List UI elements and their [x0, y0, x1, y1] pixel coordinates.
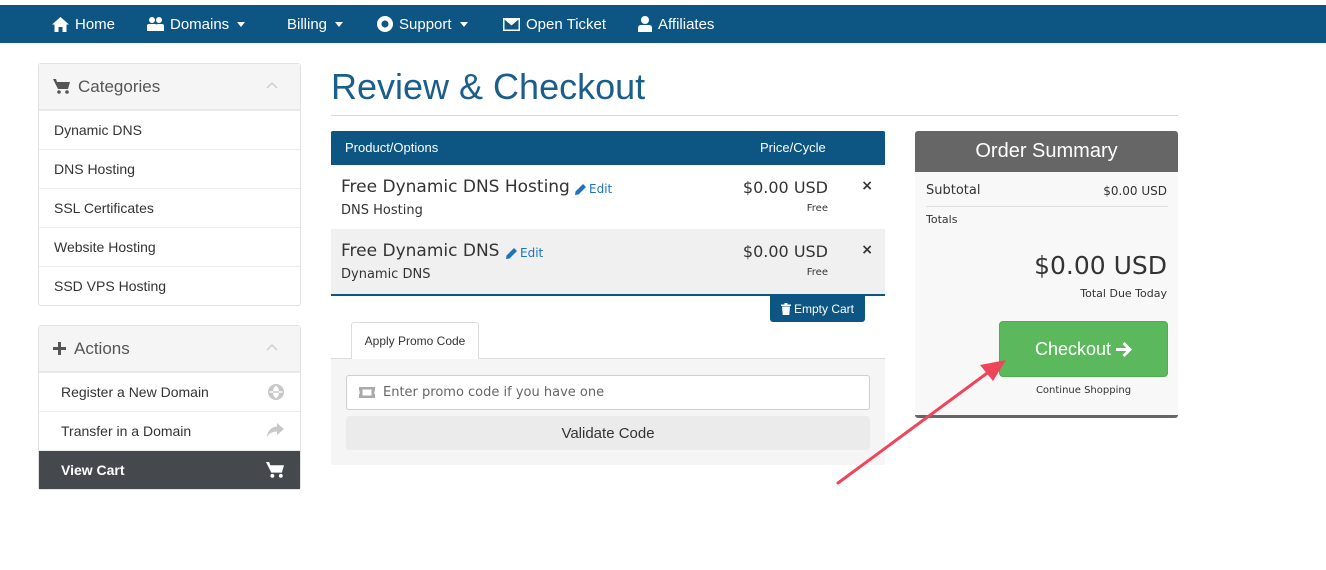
cart-icon	[53, 79, 70, 94]
category-label: SSD VPS Hosting	[54, 278, 167, 294]
categories-title: Categories	[78, 76, 161, 96]
action-register-domain[interactable]: Register a New Domain	[39, 372, 300, 411]
category-website-hosting[interactable]: Website Hosting	[39, 227, 300, 266]
cart-header: Product/Options Price/Cycle	[331, 131, 885, 165]
nav-support-label: Support	[399, 15, 452, 33]
item-price: $0.00 USD	[742, 178, 828, 197]
chevron-down-icon	[237, 21, 246, 27]
continue-shopping-link[interactable]: Continue Shopping	[999, 385, 1168, 396]
nav-billing[interactable]: Billing	[287, 5, 344, 43]
trash-icon	[780, 303, 791, 315]
nav-domains[interactable]: Domains	[147, 5, 246, 43]
ticket-icon	[359, 387, 375, 398]
nav-affiliates-label: Affiliates	[658, 15, 715, 33]
total-amount: $0.00 USD	[1034, 251, 1167, 280]
empty-cart-label: Empty Cart	[793, 302, 854, 316]
cart-item-row: Free Dynamic DNS Hosting Edit DNS Hostin…	[331, 165, 885, 230]
categories-header[interactable]: Categories	[39, 64, 300, 110]
nav-home[interactable]: Home	[52, 5, 115, 43]
users-icon	[147, 17, 164, 31]
lifesaver-icon	[377, 16, 393, 32]
category-label: DNS Hosting	[54, 161, 135, 177]
cart-icon	[266, 462, 284, 478]
product-group: Dynamic DNS	[341, 267, 431, 282]
title-divider	[331, 115, 1178, 116]
category-ssl-certificates[interactable]: SSL Certificates	[39, 188, 300, 227]
subtotal-value: $0.00 USD	[1103, 184, 1167, 198]
promo-code-field[interactable]	[346, 375, 870, 410]
remove-item-icon[interactable]: ×	[861, 242, 873, 258]
item-cycle: Free	[806, 203, 828, 214]
validate-code-button[interactable]: Validate Code	[346, 416, 870, 450]
nav-domains-label: Domains	[170, 15, 230, 33]
remove-item-icon[interactable]: ×	[861, 178, 873, 194]
home-icon	[52, 16, 69, 32]
category-ssd-vps-hosting[interactable]: SSD VPS Hosting	[39, 266, 300, 305]
total-due-label: Total Due Today	[1080, 287, 1167, 300]
cart-item-row: Free Dynamic DNS Edit Dynamic DNS $0.00 …	[331, 229, 885, 294]
nav-affiliates[interactable]: Affiliates	[638, 5, 714, 43]
action-transfer-domain[interactable]: Transfer in a Domain	[39, 411, 300, 450]
chevron-up-icon	[266, 81, 278, 89]
arrow-right-icon	[1116, 341, 1133, 357]
product-name: Free Dynamic DNS Hosting	[341, 177, 570, 197]
action-label: Register a New Domain	[61, 384, 209, 400]
action-view-cart[interactable]: View Cart	[39, 450, 300, 489]
edit-label: Edit	[589, 182, 613, 196]
totals-label: Totals	[926, 213, 958, 226]
empty-cart-button[interactable]: Empty Cart	[770, 296, 865, 322]
categories-panel: Categories Dynamic DNS DNS Hosting SSL C…	[38, 63, 301, 306]
product-name: Free Dynamic DNS	[341, 241, 500, 261]
category-label: Dynamic DNS	[54, 122, 142, 138]
action-label: Transfer in a Domain	[61, 423, 192, 439]
share-arrow-icon	[267, 423, 284, 437]
nav-billing-label: Billing	[287, 15, 328, 33]
subtotal-label: Subtotal	[926, 183, 981, 198]
actions-title: Actions	[74, 338, 130, 358]
page-title: Review & Checkout	[331, 66, 646, 107]
user-icon	[638, 16, 652, 32]
tab-apply-promo-code[interactable]: Apply Promo Code	[351, 322, 479, 359]
action-label: View Cart	[61, 462, 125, 478]
promo-tab-label: Apply Promo Code	[364, 334, 466, 348]
edit-label: Edit	[520, 246, 544, 260]
nav-support[interactable]: Support	[377, 5, 468, 43]
nav-open-ticket-label: Open Ticket	[526, 15, 607, 33]
category-label: SSL Certificates	[54, 200, 154, 216]
pencil-icon	[575, 183, 586, 195]
actions-panel: Actions Register a New Domain Transfer i…	[38, 325, 301, 490]
nav-open-ticket[interactable]: Open Ticket	[503, 5, 606, 43]
checkout-label: Checkout	[1034, 338, 1112, 359]
summary-divider	[926, 206, 1168, 207]
nav-home-label: Home	[75, 15, 116, 33]
envelope-icon	[503, 17, 520, 31]
item-cycle: Free	[806, 267, 828, 278]
chevron-down-icon	[459, 21, 468, 27]
chevron-down-icon	[335, 21, 344, 27]
item-price: $0.00 USD	[742, 242, 828, 261]
actions-header[interactable]: Actions	[39, 326, 300, 372]
category-label: Website Hosting	[54, 239, 156, 255]
globe-icon	[268, 384, 284, 400]
col-product-header: Product/Options	[345, 140, 439, 155]
checkout-button[interactable]: Checkout	[999, 321, 1168, 377]
order-summary-title: Order Summary	[915, 131, 1178, 172]
col-price-header: Price/Cycle	[760, 140, 826, 155]
annotation-arrow-icon	[836, 360, 1006, 485]
edit-link[interactable]: Edit	[506, 246, 543, 260]
promo-code-input[interactable]	[383, 385, 853, 400]
plus-icon	[53, 342, 66, 355]
category-dns-hosting[interactable]: DNS Hosting	[39, 149, 300, 188]
category-dynamic-dns[interactable]: Dynamic DNS	[39, 110, 300, 149]
product-group: DNS Hosting	[341, 203, 423, 218]
top-navbar: Home Domains Billing Support Open Ticket…	[0, 5, 1326, 43]
pencil-icon	[506, 247, 517, 259]
edit-link[interactable]: Edit	[575, 182, 612, 196]
chevron-up-icon	[266, 343, 278, 351]
